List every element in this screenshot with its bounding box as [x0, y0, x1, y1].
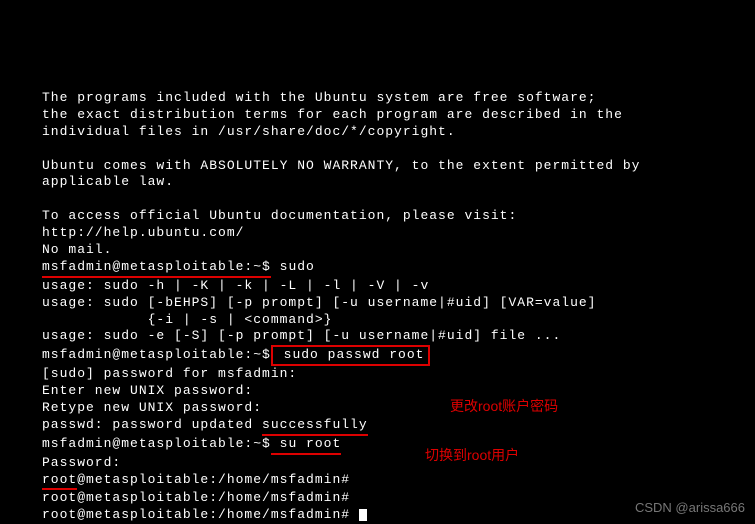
- prompt-su: msfadmin@metasploitable:~$ su root: [42, 436, 727, 455]
- usage-line-3: usage: sudo -e [-S] [-p prompt] [-u user…: [42, 328, 727, 345]
- root-prompt-2: root@metasploitable:/home/msfadmin#: [42, 490, 727, 507]
- root-prompt-1: root@metasploitable:/home/msfadmin#: [42, 472, 727, 491]
- root-prompt-3[interactable]: root@metasploitable:/home/msfadmin#: [42, 507, 727, 524]
- passwd-success: passwd: password updated successfully: [42, 417, 727, 436]
- prompt-user: msfadmin@metasploitable:~$: [42, 259, 271, 278]
- enter-unix-password: Enter new UNIX password:: [42, 383, 727, 400]
- warranty-line-2: applicable law.: [42, 174, 727, 191]
- usage-line-2b: {-i | -s | <command>}: [42, 312, 727, 329]
- cmd-su-root: su root: [271, 436, 341, 455]
- warranty-line-1: Ubuntu comes with ABSOLUTELY NO WARRANTY…: [42, 158, 727, 175]
- sudo-password-prompt: [sudo] password for msfadmin:: [42, 366, 727, 383]
- intro-line-3: individual files in /usr/share/doc/*/cop…: [42, 124, 727, 141]
- passwd-success-word: successfully: [262, 417, 368, 436]
- terminal-output: The programs included with the Ubuntu sy…: [0, 0, 755, 524]
- cmd-sudo: sudo: [271, 259, 315, 274]
- docs-url: http://help.ubuntu.com/: [42, 225, 727, 242]
- password-prompt: Password:: [42, 455, 727, 472]
- root-user: root: [42, 472, 77, 491]
- cmd-sudo-passwd-root: sudo passwd root: [271, 345, 431, 366]
- cursor-icon: [359, 509, 367, 521]
- watermark: CSDN @arissa666: [635, 500, 745, 515]
- intro-line-2: the exact distribution terms for each pr…: [42, 107, 727, 124]
- no-mail: No mail.: [42, 242, 727, 259]
- retype-unix-password: Retype new UNIX password:: [42, 400, 727, 417]
- prompt-passwd: msfadmin@metasploitable:~$ sudo passwd r…: [42, 345, 727, 366]
- intro-line-1: The programs included with the Ubuntu sy…: [42, 90, 727, 107]
- docs-line: To access official Ubuntu documentation,…: [42, 208, 727, 225]
- prompt-user: msfadmin@metasploitable:~$: [42, 347, 271, 362]
- usage-line-2: usage: sudo [-bEHPS] [-p prompt] [-u use…: [42, 295, 727, 312]
- prompt-sudo: msfadmin@metasploitable:~$ sudo: [42, 259, 727, 278]
- usage-line-1: usage: sudo -h | -K | -k | -L | -l | -V …: [42, 278, 727, 295]
- prompt-user: msfadmin@metasploitable:~$: [42, 436, 271, 451]
- annotation-switch-user: 切换到root用户: [425, 445, 519, 465]
- annotation-change-password: 更改root账户密码: [450, 396, 558, 416]
